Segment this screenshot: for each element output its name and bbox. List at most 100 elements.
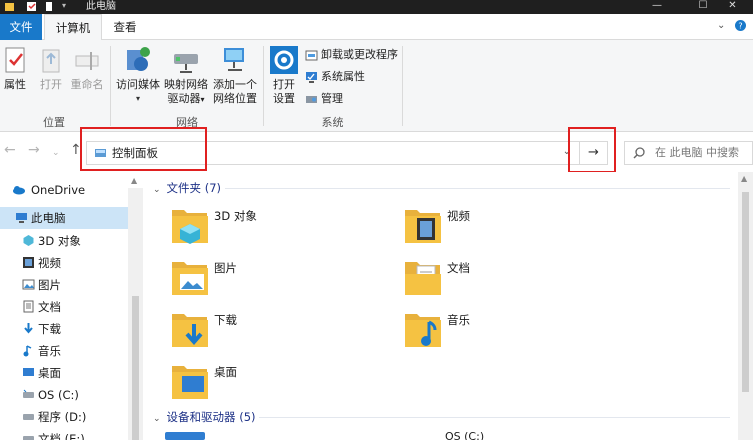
videos-folder-icon bbox=[405, 210, 441, 243]
system-properties-button[interactable]: 系统属性 bbox=[305, 68, 365, 86]
nav-label: 3D 对象 bbox=[38, 234, 81, 248]
device-label-os-c[interactable]: OS (C:) bbox=[445, 430, 484, 440]
collapse-chevron-icon[interactable]: ⌄ bbox=[153, 185, 161, 195]
nav-label: 程序 (D:) bbox=[38, 410, 87, 424]
title-bar: ▾ 此电脑 — ☐ ✕ bbox=[0, 0, 753, 14]
nav-item-drive-c[interactable]: OS (C:) bbox=[0, 384, 128, 406]
nav-item-videos[interactable]: 视频 bbox=[0, 252, 128, 274]
nav-scrollbar[interactable] bbox=[128, 188, 143, 440]
rename-button[interactable]: 重命名 bbox=[68, 46, 106, 92]
address-bar[interactable]: 控制面板 ⌄ bbox=[86, 141, 580, 165]
ribbon-divider bbox=[110, 46, 111, 126]
document-icon bbox=[23, 300, 34, 313]
downloads-folder-icon bbox=[172, 314, 208, 347]
collapse-chevron-icon[interactable]: ⌄ bbox=[153, 414, 161, 424]
folder-videos[interactable]: 视频 bbox=[403, 204, 623, 252]
manage-label: 管理 bbox=[321, 92, 343, 105]
folder-label: 3D 对象 bbox=[214, 209, 257, 223]
manage-button[interactable]: 管理 bbox=[305, 90, 343, 108]
app-icon bbox=[5, 3, 14, 11]
add-network-location-button[interactable]: 添加一个 网络位置 bbox=[210, 44, 260, 106]
folder-pictures[interactable]: 图片 bbox=[170, 256, 390, 304]
drive-tile-icon[interactable] bbox=[165, 430, 211, 440]
system-properties-icon bbox=[306, 71, 317, 83]
folder-desktop[interactable]: 桌面 bbox=[170, 360, 390, 408]
content-scrollbar[interactable]: ▲ bbox=[738, 172, 753, 440]
folder-downloads[interactable]: 下载 bbox=[170, 308, 390, 356]
music-folder-icon bbox=[405, 314, 441, 347]
folder-3d-objects[interactable]: 3D 对象 bbox=[170, 204, 390, 252]
drive-icon bbox=[23, 389, 34, 398]
tab-view[interactable]: 查看 bbox=[104, 14, 146, 40]
map-drive-label-1: 映射网络 bbox=[164, 78, 208, 91]
ribbon-divider bbox=[263, 46, 264, 126]
close-button[interactable]: ✕ bbox=[712, 0, 753, 14]
rename-label: 重命名 bbox=[70, 78, 104, 91]
nav-item-desktop[interactable]: 桌面 bbox=[0, 362, 128, 384]
customize-quick-access-icon[interactable]: ▾ bbox=[62, 1, 73, 12]
nav-item-pictures[interactable]: 图片 bbox=[0, 274, 128, 296]
open-button[interactable]: 打开 bbox=[36, 46, 66, 92]
devices-section-header[interactable]: ⌄ 设备和驱动器 (5) bbox=[153, 409, 256, 425]
drive-icon bbox=[23, 414, 34, 420]
computer-icon bbox=[16, 213, 27, 223]
nav-label: 桌面 bbox=[38, 366, 61, 380]
folders-section-header[interactable]: ⌄ 文件夹 (7) bbox=[153, 180, 221, 196]
download-icon bbox=[24, 323, 33, 334]
content-scrollbar-thumb[interactable] bbox=[742, 192, 749, 392]
video-icon bbox=[23, 257, 34, 268]
cube-icon bbox=[23, 235, 34, 246]
nav-item-onedrive[interactable]: OneDrive bbox=[0, 179, 128, 201]
content-scroll-up-icon[interactable]: ▲ bbox=[741, 174, 747, 183]
minimize-button[interactable]: — bbox=[634, 0, 680, 14]
nav-item-drive-e[interactable]: 文档 (E:) bbox=[0, 428, 128, 440]
nav-item-documents[interactable]: 文档 bbox=[0, 296, 128, 318]
search-box[interactable]: 在 此电脑 中搜索 bbox=[624, 141, 753, 165]
address-path: 控制面板 bbox=[112, 146, 158, 160]
recent-locations-dropdown-icon[interactable]: ⌄ bbox=[52, 145, 60, 161]
nav-label: 文档 bbox=[38, 300, 61, 314]
folder-label: 下载 bbox=[214, 313, 237, 327]
nav-item-music[interactable]: 音乐 bbox=[0, 340, 128, 362]
new-folder-quick-icon[interactable] bbox=[44, 1, 55, 12]
access-media-dropdown-icon: ▾ bbox=[135, 94, 140, 103]
address-dropdown-icon[interactable]: ⌄ bbox=[563, 146, 571, 157]
system-group-label: 系统 bbox=[321, 116, 344, 129]
tab-computer[interactable]: 计算机 bbox=[44, 14, 102, 41]
open-label: 打开 bbox=[40, 78, 62, 91]
nav-item-drive-d[interactable]: 程序 (D:) bbox=[0, 406, 128, 428]
location-group-label: 位置 bbox=[43, 116, 65, 129]
expand-ribbon-icon[interactable]: ⌄ bbox=[717, 20, 725, 31]
map-network-drive-button[interactable]: 映射网络 驱动器▾ bbox=[162, 44, 210, 107]
nav-scrollbar-thumb[interactable] bbox=[132, 296, 139, 440]
folder-label: 桌面 bbox=[214, 365, 237, 379]
help-icon[interactable]: ? bbox=[734, 19, 747, 32]
folder-label: 图片 bbox=[214, 261, 237, 275]
music-icon bbox=[23, 345, 32, 357]
up-button[interactable]: ↑ bbox=[70, 142, 82, 158]
open-settings-button[interactable]: 打开 设置 bbox=[268, 44, 300, 106]
nav-label: 图片 bbox=[38, 278, 61, 292]
properties-quick-icon[interactable] bbox=[26, 1, 37, 12]
nav-item-3d-objects[interactable]: 3D 对象 bbox=[0, 230, 128, 252]
window-title: 此电脑 bbox=[86, 1, 116, 12]
tab-file[interactable]: 文件 bbox=[0, 14, 42, 40]
nav-item-downloads[interactable]: 下载 bbox=[0, 318, 128, 340]
folders-header-label: 文件夹 (7) bbox=[166, 181, 221, 195]
nav-item-this-pc[interactable]: 此电脑 bbox=[0, 207, 128, 229]
network-group-label: 网络 bbox=[176, 116, 198, 129]
drive-icon bbox=[23, 436, 34, 440]
forward-button[interactable]: → bbox=[28, 142, 40, 158]
go-button[interactable]: → bbox=[580, 141, 608, 165]
folder-music[interactable]: 音乐 bbox=[403, 308, 623, 356]
folder-label: 文档 bbox=[447, 261, 470, 275]
properties-button[interactable]: 属性 bbox=[2, 46, 28, 92]
uninstall-program-button[interactable]: 卸载或更改程序 bbox=[305, 46, 398, 64]
back-button[interactable]: ← bbox=[4, 142, 16, 158]
system-properties-label: 系统属性 bbox=[321, 70, 365, 83]
folder-documents[interactable]: 文档 bbox=[403, 256, 623, 304]
nav-scroll-up-icon[interactable]: ▲ bbox=[131, 176, 137, 185]
access-media-button[interactable]: 访问媒体 ▾ bbox=[114, 44, 162, 106]
properties-label: 属性 bbox=[4, 78, 26, 91]
uninstall-icon bbox=[305, 50, 318, 60]
